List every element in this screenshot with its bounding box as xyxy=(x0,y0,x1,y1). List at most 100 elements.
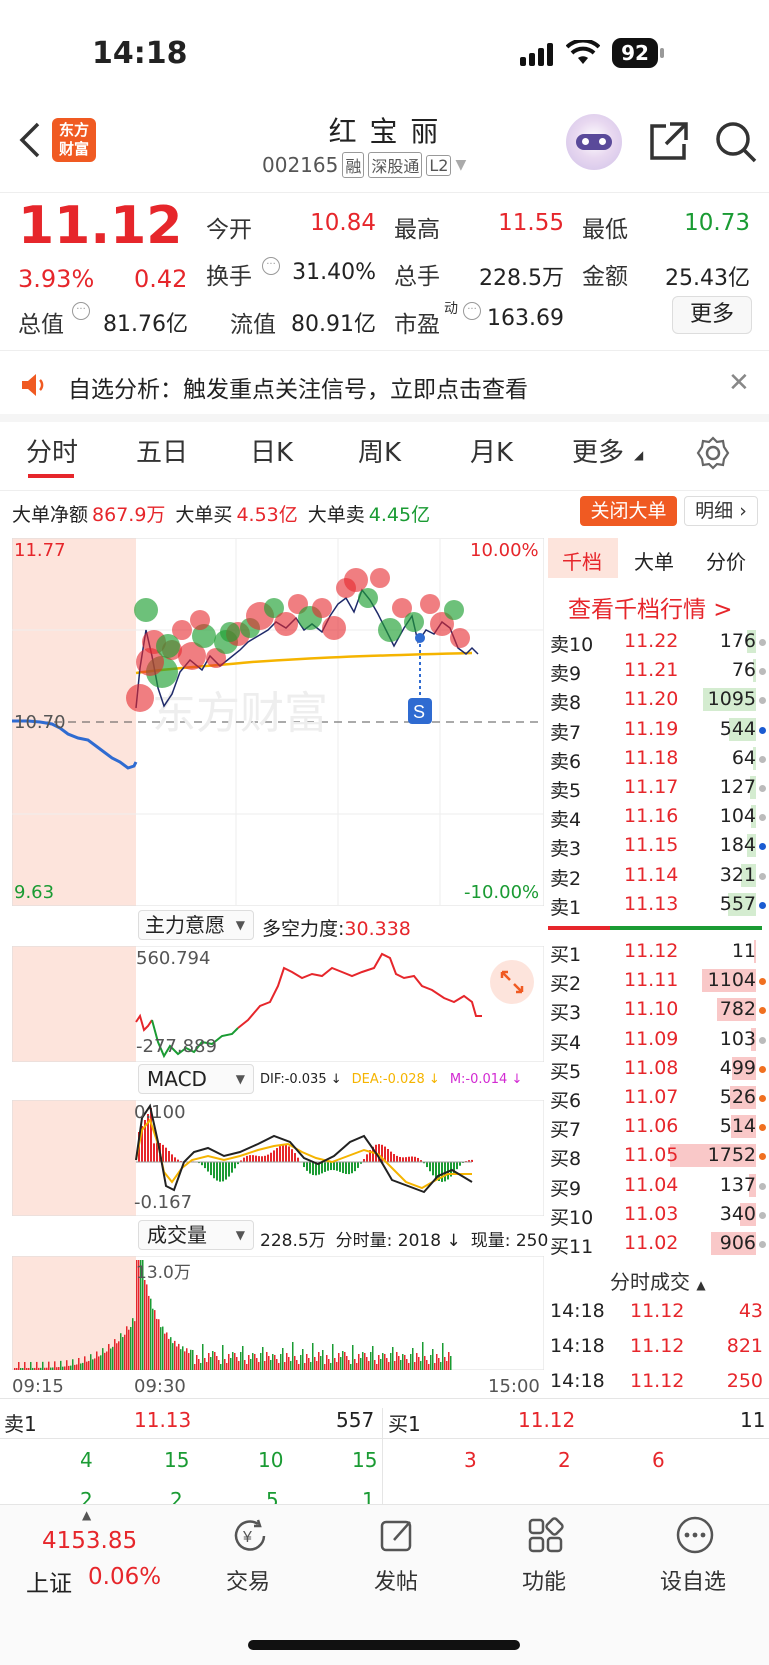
volume-bar xyxy=(450,1356,452,1370)
close-icon[interactable]: ✕ xyxy=(728,368,750,398)
badge-connect: 深股通 xyxy=(368,152,423,178)
bid-row[interactable]: 买11 11.02 906 xyxy=(550,1230,766,1258)
bid-row[interactable]: 买7 11.06 514 xyxy=(550,1113,766,1141)
macd-bar xyxy=(207,1162,209,1172)
share-icon[interactable] xyxy=(648,120,690,162)
ask-row[interactable]: 卖5 11.17 127 xyxy=(550,774,766,802)
volume-bar xyxy=(220,1364,222,1370)
bid-row[interactable]: 买2 11.11 1104 xyxy=(550,967,766,995)
volume-bar xyxy=(272,1354,274,1370)
indicator-select-main-force[interactable]: 主力意愿 ▼ xyxy=(138,910,254,940)
volume-bar xyxy=(40,1367,42,1370)
more-dots-icon[interactable] xyxy=(674,1514,716,1556)
post-icon[interactable] xyxy=(378,1516,418,1556)
intraday-price-chart[interactable]: 东方财富 S xyxy=(12,538,544,906)
indicator-name: 主力意愿 xyxy=(145,913,225,937)
queue-sell-cell: 10 xyxy=(258,1448,284,1472)
info-icon[interactable]: ··· xyxy=(72,302,90,320)
book-tab-price[interactable]: 分价 xyxy=(706,546,746,575)
notice-text[interactable]: 自选分析：触发重点关注信号，立即点击查看 xyxy=(68,370,528,404)
book-volume: 137 xyxy=(719,1173,756,1196)
ask-row[interactable]: 卖1 11.13 557 xyxy=(550,891,766,919)
settings-gear-icon[interactable] xyxy=(696,436,730,470)
axis-low: 9.63 xyxy=(14,882,55,903)
volume-bar xyxy=(214,1352,216,1370)
watermark: 东方财富 xyxy=(152,689,328,738)
caret-up-icon[interactable]: ▲ xyxy=(82,1508,91,1522)
volume-bar xyxy=(392,1347,394,1370)
tab-monthly[interactable]: 月K xyxy=(470,432,513,469)
label-volume: 总手 xyxy=(394,264,440,290)
ask-row[interactable]: 卖2 11.14 321 xyxy=(550,862,766,890)
book-price: 11.22 xyxy=(624,630,679,652)
expand-icon[interactable] xyxy=(490,960,534,1004)
volume-bar xyxy=(132,1318,134,1370)
indicator-select-volume[interactable]: 成交量 ▼ xyxy=(138,1220,254,1250)
ticks-title[interactable]: 分时成交 ▲ xyxy=(610,1266,706,1295)
ask-row[interactable]: 卖9 11.21 76 xyxy=(550,657,766,685)
search-icon[interactable] xyxy=(714,120,758,164)
macd-bar xyxy=(345,1162,347,1174)
detail-button[interactable]: 明细 › xyxy=(684,496,758,526)
value-high: 11.55 xyxy=(498,210,564,236)
bid-row[interactable]: 买5 11.08 499 xyxy=(550,1055,766,1083)
info-icon[interactable]: ··· xyxy=(463,302,481,320)
queue-buy-cell: 3 xyxy=(464,1448,477,1472)
ask-row[interactable]: 卖8 11.20 1095 xyxy=(550,686,766,714)
tab-more[interactable]: 更多 xyxy=(572,432,624,469)
bid-row[interactable]: 买3 11.10 782 xyxy=(550,996,766,1024)
book-level-label: 卖7 xyxy=(550,721,582,744)
volume-bar xyxy=(100,1355,102,1370)
tab-weekly[interactable]: 周K xyxy=(358,432,401,469)
book-volume: 557 xyxy=(719,892,756,915)
bid-row[interactable]: 买4 11.09 103 xyxy=(550,1026,766,1054)
tab-5day[interactable]: 五日 xyxy=(136,432,188,469)
ask-row[interactable]: 卖6 11.18 64 xyxy=(550,745,766,773)
ask-row[interactable]: 卖7 11.19 544 xyxy=(550,716,766,744)
indicator-select-macd[interactable]: MACD ▼ xyxy=(138,1064,254,1094)
book-price: 11.06 xyxy=(624,1115,679,1138)
bid-row[interactable]: 买6 11.07 526 xyxy=(550,1084,766,1112)
close-big-order-button[interactable]: 关闭大单 xyxy=(580,496,677,526)
volume-bar xyxy=(114,1339,116,1370)
bid-row[interactable]: 买10 11.03 340 xyxy=(550,1201,766,1229)
nav-function[interactable]: 功能 xyxy=(522,1564,566,1596)
macd-bar xyxy=(168,1151,170,1162)
book-tab-bigorder[interactable]: 大单 xyxy=(634,546,674,575)
more-button[interactable]: 更多 xyxy=(672,296,752,334)
nav-post[interactable]: 发帖 xyxy=(374,1564,418,1596)
value-low: 10.73 xyxy=(684,210,750,236)
book-level-label: 买10 xyxy=(550,1206,594,1229)
nav-add-watch[interactable]: 设自选 xyxy=(660,1564,726,1596)
nav-trade[interactable]: 交易 xyxy=(226,1564,270,1596)
book-view-link[interactable]: 查看千档行情 > xyxy=(568,590,733,624)
queue-sell-vol: 557 xyxy=(336,1408,375,1432)
ask-row[interactable]: 卖4 11.16 104 xyxy=(550,803,766,831)
bid-row[interactable]: 买9 11.04 137 xyxy=(550,1172,766,1200)
volume-bar xyxy=(204,1358,206,1370)
volume-bar xyxy=(310,1362,312,1370)
index-value[interactable]: 4153.85 xyxy=(42,1528,137,1554)
book-volume: 526 xyxy=(719,1086,756,1108)
bid-row[interactable]: 买1 11.12 11 xyxy=(550,938,762,966)
ask-row[interactable]: 卖3 11.15 184 xyxy=(550,832,766,860)
status-bar: 14:18 92 xyxy=(0,0,769,110)
info-icon[interactable]: ··· xyxy=(262,257,280,275)
volume-bar xyxy=(240,1352,242,1370)
book-level-label: 买1 xyxy=(550,944,582,966)
volume-bar xyxy=(334,1358,336,1370)
tab-intraday[interactable]: 分时 xyxy=(26,432,78,469)
book-tab-1000[interactable]: 千档 xyxy=(562,546,602,575)
volume-bar xyxy=(46,1367,48,1370)
ask-row[interactable]: 卖10 11.22 176 xyxy=(550,628,766,656)
bid-row[interactable]: 买8 11.05 1752 xyxy=(550,1142,766,1170)
value-volume: 228.5万 xyxy=(479,266,564,291)
signal-icon xyxy=(520,42,556,66)
robot-avatar-icon[interactable] xyxy=(566,114,622,170)
tab-daily[interactable]: 日K xyxy=(250,432,293,469)
macd-bar xyxy=(303,1162,305,1168)
trade-icon[interactable]: ¥ xyxy=(230,1516,270,1556)
function-grid-icon[interactable] xyxy=(526,1516,566,1556)
volume-bar xyxy=(440,1362,442,1370)
chevron-down-icon[interactable]: ▼ xyxy=(455,157,466,173)
